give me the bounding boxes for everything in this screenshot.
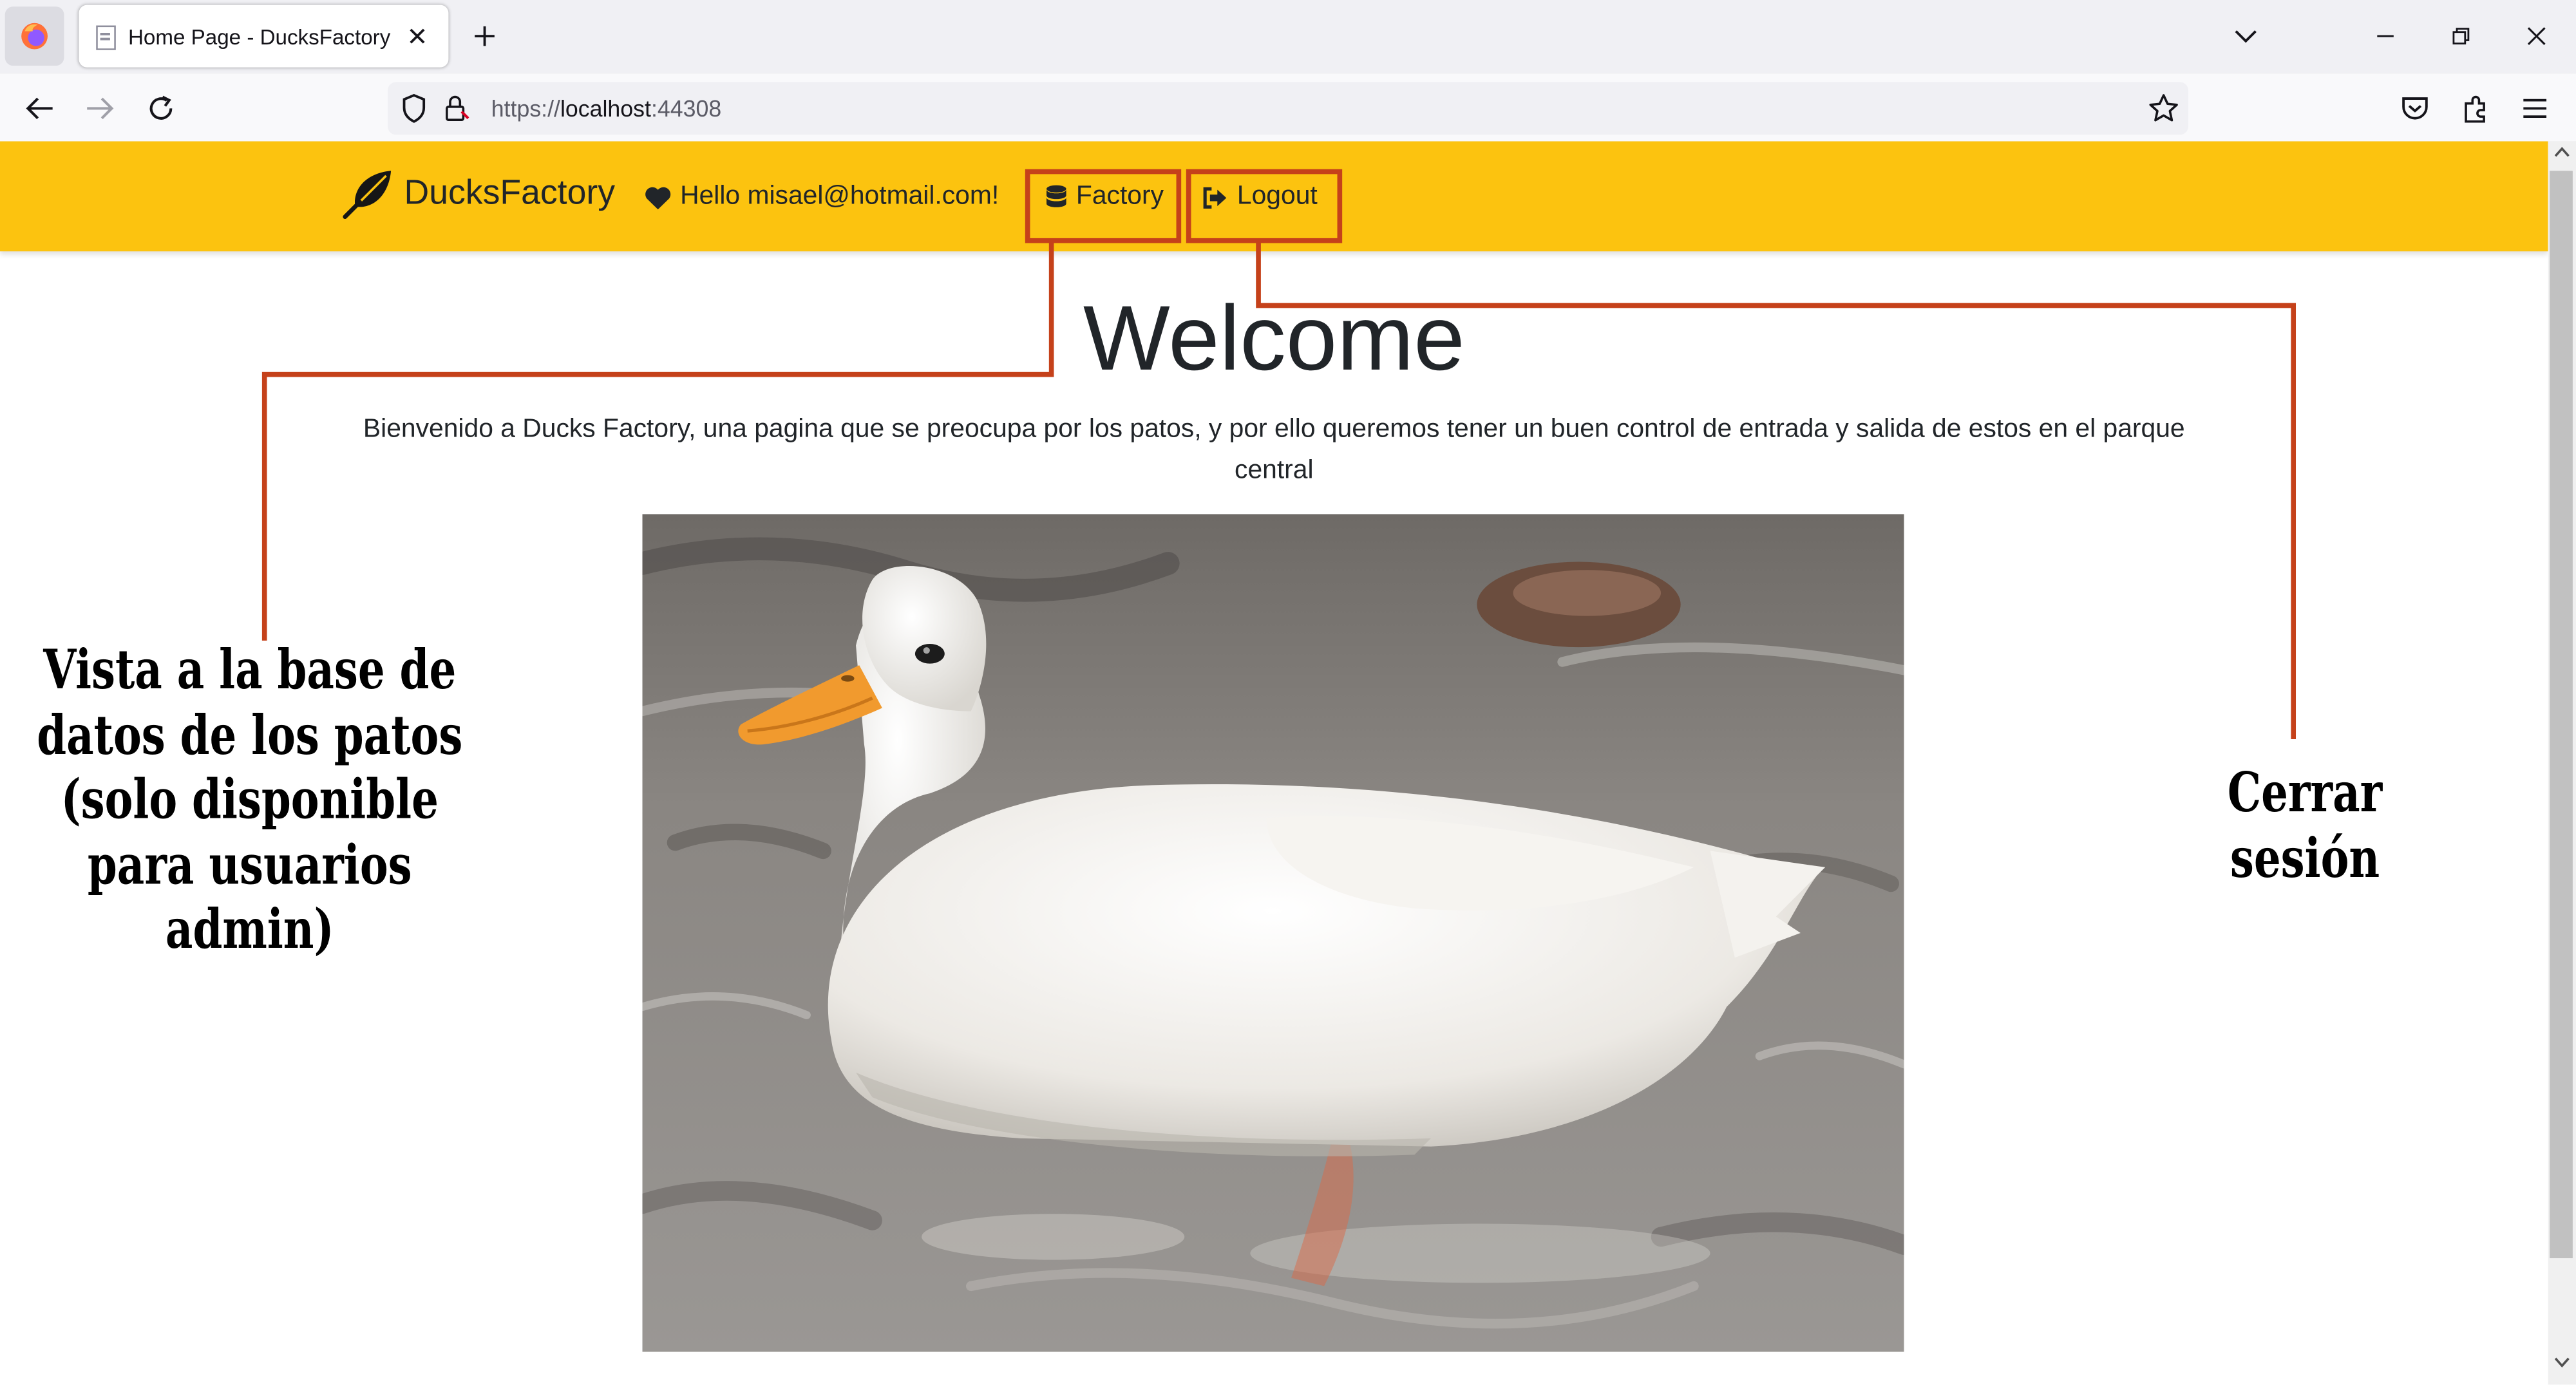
factory-annotation: Vista a la base de datos de los patos (s… — [37, 637, 463, 962]
browser-window: Home Page - DucksFactory https://localho… — [0, 0, 2576, 1385]
factory-connector-line — [261, 243, 1054, 641]
logout-annotation: Cerrar sesión — [2227, 760, 2383, 890]
logout-connector-line — [1256, 243, 2297, 739]
